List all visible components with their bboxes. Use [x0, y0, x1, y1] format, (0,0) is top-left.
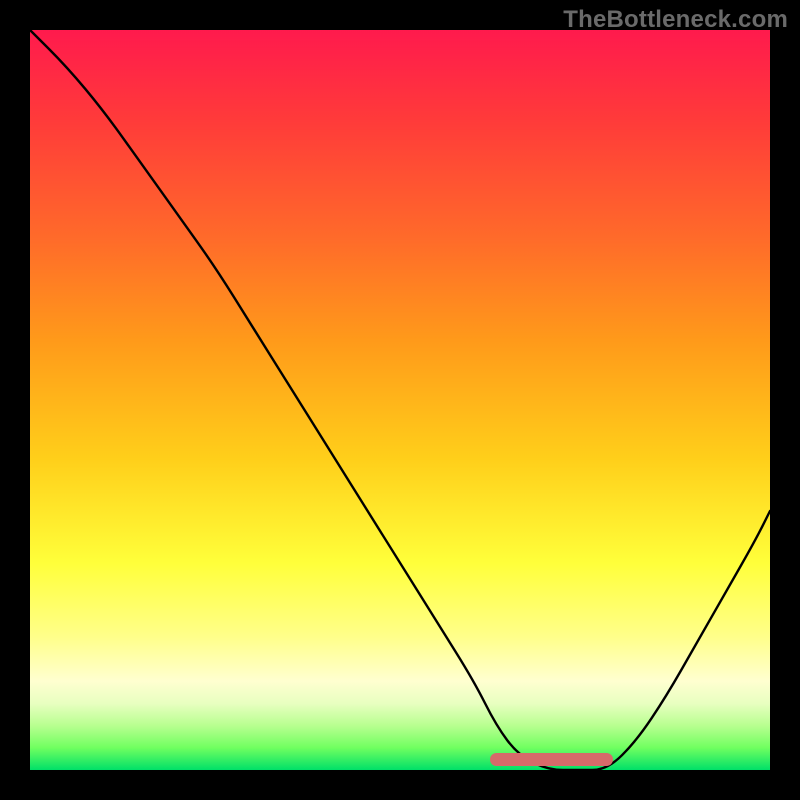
curve-svg	[30, 30, 770, 770]
flat-region-bar	[490, 753, 613, 766]
bottleneck-curve-path	[30, 30, 770, 770]
chart-container: TheBottleneck.com	[0, 0, 800, 800]
plot-area	[30, 30, 770, 770]
